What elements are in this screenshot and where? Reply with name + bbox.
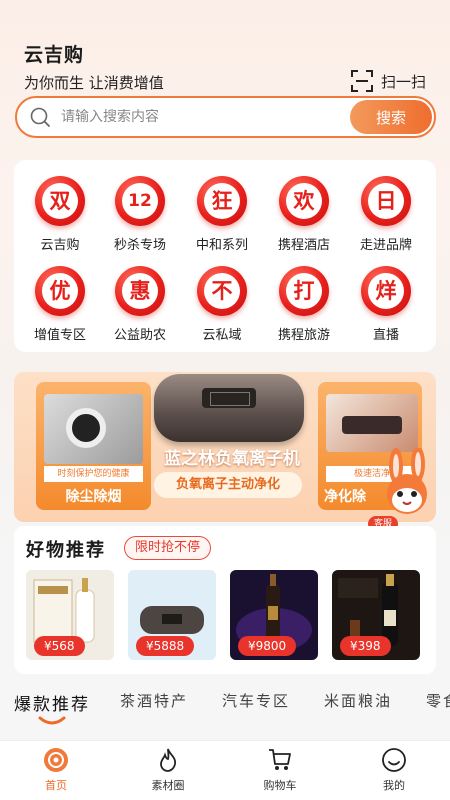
banner-left-label: 除尘除烟 [65,489,122,505]
shortcut-label: 增值专区 [33,328,86,343]
shortcut-label: 云私域 [202,328,242,343]
nav-label: 素材圈 [151,779,185,792]
scan-label: 扫一扫 [380,72,426,91]
purifier-photo [326,394,418,452]
shortcut-item[interactable]: 日 走进品牌 [344,176,428,253]
shortcut-badge-icon: 打 [279,266,329,316]
promo-banner[interactable]: 时刻保护您的健康 除尘除烟 蓝之林负氧离子机 负氧离子主动净化 极速洁净 净化除 [14,372,436,522]
purifier-photo [44,394,143,464]
shortcut-item[interactable]: 打 携程旅游 [262,266,346,343]
cart-icon [267,747,293,773]
scan-icon [350,70,373,92]
nav-profile[interactable]: 我的 [362,747,426,793]
tab-hot[interactable]: 爆款推荐 [14,690,90,715]
shortcut-label: 携程酒店 [277,238,330,253]
nav-material[interactable]: 素材圈 [136,747,200,793]
tab-grain-oil[interactable]: 米面粮油 [324,690,392,711]
shortcut-grid: 双 云吉购 12 秒杀专场 狂 中和系列 欢 携程酒店 日 走进品牌 优 增值专… [14,160,436,352]
shortcut-label: 公益助农 [113,328,166,343]
shortcut-badge-icon: 欢 [279,176,329,226]
shortcut-item[interactable]: 12 秒杀专场 [98,176,182,253]
shortcut-item[interactable]: 惠 公益助农 [98,266,182,343]
recommend-section: 好物推荐 限时抢不停 ¥568 ¥5888 ¥9800 ¥398 [14,526,436,674]
product-card[interactable]: ¥9800 [230,570,318,660]
product-price: ¥5888 [136,636,195,656]
shortcut-label: 中和系列 [195,238,248,253]
shortcut-item[interactable]: 双 云吉购 [18,176,102,253]
banner-left-tag: 时刻保护您的健康 [44,466,143,482]
shortcut-badge-icon: 烊 [361,266,411,316]
shortcut-item[interactable]: 烊 直播 [344,266,428,343]
tab-auto[interactable]: 汽车专区 [222,690,290,711]
shortcut-badge-icon: 12 [115,176,165,226]
banner-left-card: 时刻保护您的健康 除尘除烟 [36,382,151,510]
search-icon [29,106,51,128]
product-card[interactable]: ¥398 [332,570,420,660]
category-tabs: 爆款推荐 茶酒特产 汽车专区 米面粮油 零食 [0,686,450,730]
shortcut-item[interactable]: 优 增值专区 [18,266,102,343]
product-price: ¥568 [34,636,85,656]
nav-label: 首页 [45,779,67,792]
tab-tea-wine[interactable]: 茶酒特产 [120,690,188,711]
app-header: 云吉购 为你而生 让消费增值 扫一扫 [24,40,430,100]
banner-title: 蓝之林负氧离子机 [164,449,300,469]
flame-icon [155,747,181,773]
search-button[interactable]: 搜索 [350,100,432,134]
recommend-title: 好物推荐 [26,540,106,561]
shortcut-label: 走进品牌 [359,238,412,253]
shortcut-badge-icon: 优 [35,266,85,316]
ion-machine-image [154,374,304,442]
flash-sale-pill[interactable]: 限时抢不停 [124,536,212,560]
product-price: ¥9800 [238,636,297,656]
active-tab-indicator [38,716,66,726]
nav-cart[interactable]: 购物车 [248,747,312,793]
search-bar: 搜索 [15,96,436,138]
banner-subtitle: 负氧离子主动净化 [154,472,302,498]
shortcut-label: 直播 [372,328,399,343]
shortcut-label: 携程旅游 [277,328,330,343]
nav-home[interactable]: 首页 [24,747,88,793]
shortcut-badge-icon: 狂 [197,176,247,226]
product-price: ¥398 [340,636,391,656]
scan-button[interactable]: 扫一扫 [350,70,426,92]
shortcut-badge-icon: 双 [35,176,85,226]
product-card[interactable]: ¥568 [26,570,114,660]
nav-label: 我的 [383,779,405,792]
shortcut-item[interactable]: 狂 中和系列 [180,176,264,253]
shortcut-label: 云吉购 [40,238,80,253]
shortcut-item[interactable]: 欢 携程酒店 [262,176,346,253]
shortcut-label: 秒杀专场 [113,238,166,253]
shortcut-badge-icon: 日 [361,176,411,226]
shortcut-item[interactable]: 不 云私域 [180,266,264,343]
app-title: 云吉购 [24,44,85,66]
product-card[interactable]: ¥5888 [128,570,216,660]
tab-snacks[interactable]: 零食 [426,690,450,711]
shortcut-badge-icon: 惠 [115,266,165,316]
shortcut-badge-icon: 不 [197,266,247,316]
nav-label: 购物车 [263,779,297,792]
smile-icon [381,747,407,773]
app-slogan: 为你而生 让消费增值 [24,74,164,92]
bottom-nav: 首页 素材圈 购物车 我的 [0,740,450,800]
home-icon [43,747,69,773]
